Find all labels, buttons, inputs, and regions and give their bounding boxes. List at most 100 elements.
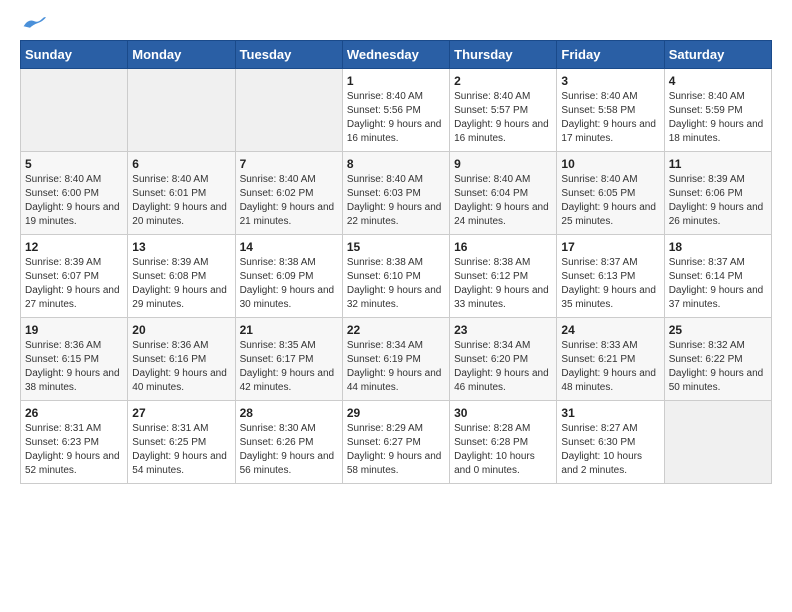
calendar-cell: 29 Sunrise: 8:29 AMSunset: 6:27 PMDaylig… [342,401,449,484]
calendar-cell: 13 Sunrise: 8:39 AMSunset: 6:08 PMDaylig… [128,235,235,318]
calendar-cell: 24 Sunrise: 8:33 AMSunset: 6:21 PMDaylig… [557,318,664,401]
calendar-cell: 21 Sunrise: 8:35 AMSunset: 6:17 PMDaylig… [235,318,342,401]
calendar-cell: 22 Sunrise: 8:34 AMSunset: 6:19 PMDaylig… [342,318,449,401]
day-info: Sunrise: 8:40 AMSunset: 6:03 PMDaylight:… [347,173,445,229]
day-info: Sunrise: 8:40 AMSunset: 6:04 PMDaylight:… [454,173,552,229]
day-number: 17 [561,240,659,254]
calendar-cell: 23 Sunrise: 8:34 AMSunset: 6:20 PMDaylig… [450,318,557,401]
page-container: SundayMondayTuesdayWednesdayThursdayFrid… [0,0,792,500]
weekday-header-wednesday: Wednesday [342,41,449,69]
calendar-cell: 28 Sunrise: 8:30 AMSunset: 6:26 PMDaylig… [235,401,342,484]
day-number: 20 [132,323,230,337]
calendar-cell: 1 Sunrise: 8:40 AMSunset: 5:56 PMDayligh… [342,69,449,152]
day-number: 23 [454,323,552,337]
week-row-3: 12 Sunrise: 8:39 AMSunset: 6:07 PMDaylig… [21,235,772,318]
weekday-header-row: SundayMondayTuesdayWednesdayThursdayFrid… [21,41,772,69]
weekday-header-saturday: Saturday [664,41,771,69]
calendar-cell: 15 Sunrise: 8:38 AMSunset: 6:10 PMDaylig… [342,235,449,318]
day-info: Sunrise: 8:40 AMSunset: 5:56 PMDaylight:… [347,90,445,146]
day-info: Sunrise: 8:39 AMSunset: 6:07 PMDaylight:… [25,256,123,312]
day-info: Sunrise: 8:40 AMSunset: 5:58 PMDaylight:… [561,90,659,146]
calendar-cell [128,69,235,152]
day-info: Sunrise: 8:34 AMSunset: 6:20 PMDaylight:… [454,339,552,395]
calendar-cell: 6 Sunrise: 8:40 AMSunset: 6:01 PMDayligh… [128,152,235,235]
calendar-cell: 30 Sunrise: 8:28 AMSunset: 6:28 PMDaylig… [450,401,557,484]
day-info: Sunrise: 8:35 AMSunset: 6:17 PMDaylight:… [240,339,338,395]
day-info: Sunrise: 8:38 AMSunset: 6:09 PMDaylight:… [240,256,338,312]
day-info: Sunrise: 8:29 AMSunset: 6:27 PMDaylight:… [347,422,445,478]
calendar-cell: 17 Sunrise: 8:37 AMSunset: 6:13 PMDaylig… [557,235,664,318]
calendar-cell [664,401,771,484]
day-number: 27 [132,406,230,420]
calendar-cell: 4 Sunrise: 8:40 AMSunset: 5:59 PMDayligh… [664,69,771,152]
page-header [20,16,772,30]
day-number: 31 [561,406,659,420]
calendar-cell: 11 Sunrise: 8:39 AMSunset: 6:06 PMDaylig… [664,152,771,235]
day-number: 1 [347,74,445,88]
day-number: 2 [454,74,552,88]
logo-bird-icon [22,16,46,30]
day-number: 18 [669,240,767,254]
day-number: 25 [669,323,767,337]
day-number: 28 [240,406,338,420]
week-row-4: 19 Sunrise: 8:36 AMSunset: 6:15 PMDaylig… [21,318,772,401]
day-info: Sunrise: 8:34 AMSunset: 6:19 PMDaylight:… [347,339,445,395]
day-number: 15 [347,240,445,254]
calendar-cell [235,69,342,152]
day-number: 4 [669,74,767,88]
day-info: Sunrise: 8:33 AMSunset: 6:21 PMDaylight:… [561,339,659,395]
calendar-cell: 8 Sunrise: 8:40 AMSunset: 6:03 PMDayligh… [342,152,449,235]
weekday-header-tuesday: Tuesday [235,41,342,69]
day-info: Sunrise: 8:40 AMSunset: 5:57 PMDaylight:… [454,90,552,146]
calendar-cell: 18 Sunrise: 8:37 AMSunset: 6:14 PMDaylig… [664,235,771,318]
calendar-cell: 16 Sunrise: 8:38 AMSunset: 6:12 PMDaylig… [450,235,557,318]
calendar-cell: 7 Sunrise: 8:40 AMSunset: 6:02 PMDayligh… [235,152,342,235]
day-info: Sunrise: 8:38 AMSunset: 6:12 PMDaylight:… [454,256,552,312]
day-number: 29 [347,406,445,420]
day-number: 16 [454,240,552,254]
day-number: 8 [347,157,445,171]
calendar-cell: 5 Sunrise: 8:40 AMSunset: 6:00 PMDayligh… [21,152,128,235]
calendar-cell: 3 Sunrise: 8:40 AMSunset: 5:58 PMDayligh… [557,69,664,152]
calendar-cell: 14 Sunrise: 8:38 AMSunset: 6:09 PMDaylig… [235,235,342,318]
day-number: 21 [240,323,338,337]
day-number: 26 [25,406,123,420]
day-info: Sunrise: 8:40 AMSunset: 6:02 PMDaylight:… [240,173,338,229]
week-row-2: 5 Sunrise: 8:40 AMSunset: 6:00 PMDayligh… [21,152,772,235]
calendar-table: SundayMondayTuesdayWednesdayThursdayFrid… [20,40,772,484]
day-number: 22 [347,323,445,337]
day-info: Sunrise: 8:30 AMSunset: 6:26 PMDaylight:… [240,422,338,478]
calendar-cell: 9 Sunrise: 8:40 AMSunset: 6:04 PMDayligh… [450,152,557,235]
day-number: 12 [25,240,123,254]
day-number: 5 [25,157,123,171]
calendar-cell: 10 Sunrise: 8:40 AMSunset: 6:05 PMDaylig… [557,152,664,235]
calendar-cell: 19 Sunrise: 8:36 AMSunset: 6:15 PMDaylig… [21,318,128,401]
calendar-cell [21,69,128,152]
day-info: Sunrise: 8:40 AMSunset: 6:05 PMDaylight:… [561,173,659,229]
day-info: Sunrise: 8:37 AMSunset: 6:13 PMDaylight:… [561,256,659,312]
day-info: Sunrise: 8:40 AMSunset: 6:00 PMDaylight:… [25,173,123,229]
day-info: Sunrise: 8:32 AMSunset: 6:22 PMDaylight:… [669,339,767,395]
week-row-1: 1 Sunrise: 8:40 AMSunset: 5:56 PMDayligh… [21,69,772,152]
day-number: 7 [240,157,338,171]
weekday-header-friday: Friday [557,41,664,69]
day-number: 3 [561,74,659,88]
day-number: 13 [132,240,230,254]
calendar-cell: 2 Sunrise: 8:40 AMSunset: 5:57 PMDayligh… [450,69,557,152]
week-row-5: 26 Sunrise: 8:31 AMSunset: 6:23 PMDaylig… [21,401,772,484]
weekday-header-thursday: Thursday [450,41,557,69]
calendar-cell: 25 Sunrise: 8:32 AMSunset: 6:22 PMDaylig… [664,318,771,401]
weekday-header-monday: Monday [128,41,235,69]
day-info: Sunrise: 8:31 AMSunset: 6:25 PMDaylight:… [132,422,230,478]
day-info: Sunrise: 8:36 AMSunset: 6:16 PMDaylight:… [132,339,230,395]
logo [20,16,46,30]
calendar-cell: 27 Sunrise: 8:31 AMSunset: 6:25 PMDaylig… [128,401,235,484]
day-number: 9 [454,157,552,171]
day-info: Sunrise: 8:37 AMSunset: 6:14 PMDaylight:… [669,256,767,312]
day-info: Sunrise: 8:40 AMSunset: 6:01 PMDaylight:… [132,173,230,229]
day-number: 24 [561,323,659,337]
day-number: 14 [240,240,338,254]
day-info: Sunrise: 8:39 AMSunset: 6:06 PMDaylight:… [669,173,767,229]
calendar-cell: 26 Sunrise: 8:31 AMSunset: 6:23 PMDaylig… [21,401,128,484]
day-number: 30 [454,406,552,420]
